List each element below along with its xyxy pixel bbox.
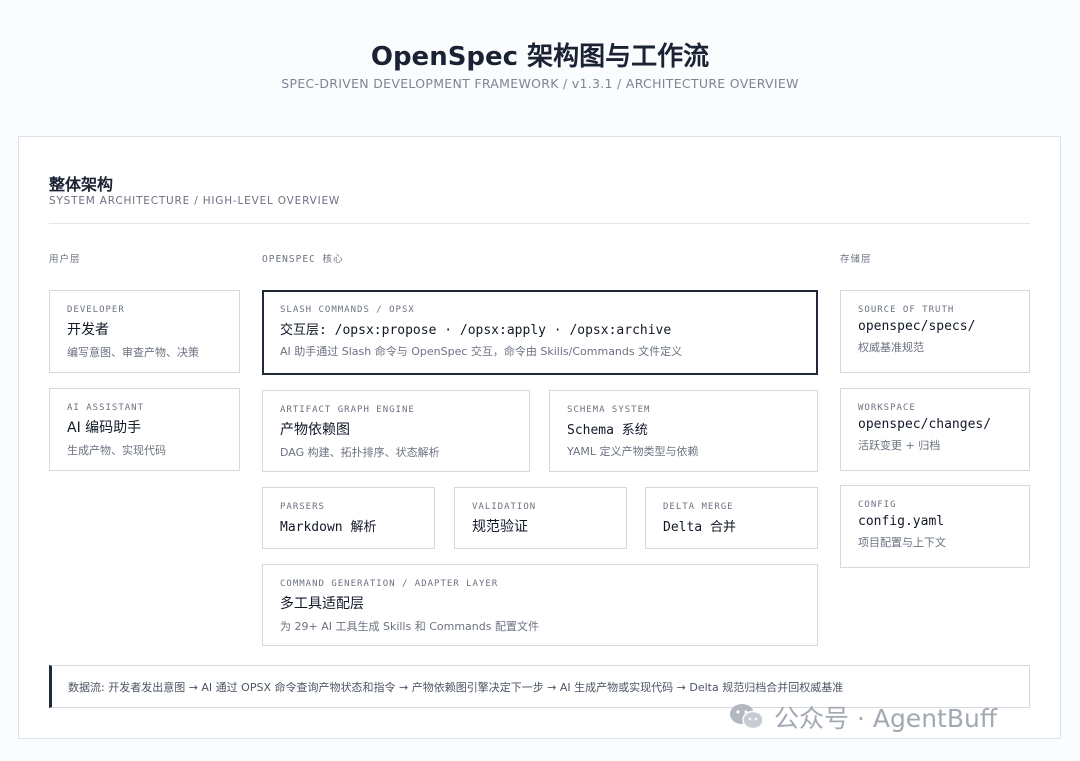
workspace-tag: WORKSPACE xyxy=(858,403,916,413)
config-box: CONFIG config.yaml 项目配置与上下文 xyxy=(840,485,1030,568)
wechat-icon xyxy=(728,702,766,732)
schema-system-desc: YAML 定义产物类型与依赖 xyxy=(567,445,699,458)
ai-assistant-desc: 生成产物、实现代码 xyxy=(67,444,166,457)
source-of-truth-desc: 权威基准规范 xyxy=(858,341,924,354)
source-of-truth-name: openspec/specs/ xyxy=(858,319,976,334)
delta-merge-name: Delta 合并 xyxy=(663,520,736,535)
parsers-tag: PARSERS xyxy=(280,502,325,512)
workspace-name: openspec/changes/ xyxy=(858,417,992,432)
developer-tag: DEVELOPER xyxy=(67,305,125,315)
watermark-text: 公众号 · AgentBuff xyxy=(774,704,998,733)
developer-box: DEVELOPER 开发者 编写意图、审查产物、决策 xyxy=(49,290,240,373)
artifact-graph-tag: ARTIFACT GRAPH ENGINE xyxy=(280,405,415,415)
command-generation-desc: 为 29+ AI 工具生成 Skills 和 Commands 配置文件 xyxy=(280,620,539,633)
workspace-box: WORKSPACE openspec/changes/ 活跃变更 + 归档 xyxy=(840,388,1030,471)
column-header-user: 用户层 xyxy=(49,254,81,265)
page-title: OpenSpec 架构图与工作流 xyxy=(370,42,710,72)
command-generation-box: COMMAND GENERATION / ADAPTER LAYER 多工具适配… xyxy=(262,564,818,646)
slash-commands-desc: AI 助手通过 Slash 命令与 OpenSpec 交互，命令由 Skills… xyxy=(280,345,683,358)
workspace-desc: 活跃变更 + 归档 xyxy=(858,439,941,452)
artifact-graph-name: 产物依赖图 xyxy=(280,422,350,438)
watermark: 公众号 · AgentBuff xyxy=(728,700,997,734)
column-header-core: OPENSPEC 核心 xyxy=(262,254,344,265)
developer-name: 开发者 xyxy=(67,322,109,338)
source-of-truth-box: SOURCE OF TRUTH openspec/specs/ 权威基准规范 xyxy=(840,290,1030,373)
artifact-graph-box: ARTIFACT GRAPH ENGINE 产物依赖图 DAG 构建、拓扑排序、… xyxy=(262,390,530,472)
config-name: config.yaml xyxy=(858,514,945,529)
delta-merge-box: DELTA MERGE Delta 合并 xyxy=(645,487,818,549)
column-header-storage: 存储层 xyxy=(840,254,872,265)
command-generation-name: 多工具适配层 xyxy=(280,596,364,612)
validation-name: 规范验证 xyxy=(472,519,528,535)
delta-merge-tag: DELTA MERGE xyxy=(663,502,734,512)
ai-assistant-tag: AI ASSISTANT xyxy=(67,403,145,413)
architecture-panel: 整体架构 SYSTEM ARCHITECTURE / HIGH-LEVEL OV… xyxy=(18,136,1061,739)
section-title: 整体架构 xyxy=(49,175,114,194)
page-subtitle: SPEC-DRIVEN DEVELOPMENT FRAMEWORK / v1.3… xyxy=(281,76,799,91)
ai-assistant-name: AI 编码助手 xyxy=(67,420,142,436)
section-divider xyxy=(49,223,1030,224)
config-desc: 项目配置与上下文 xyxy=(858,536,946,549)
parsers-name: Markdown 解析 xyxy=(280,520,377,535)
ai-assistant-box: AI ASSISTANT AI 编码助手 生成产物、实现代码 xyxy=(49,388,240,471)
schema-system-tag: SCHEMA SYSTEM xyxy=(567,405,651,415)
schema-system-box: SCHEMA SYSTEM Schema 系统 YAML 定义产物类型与依赖 xyxy=(549,390,818,472)
slash-commands-box: SLASH COMMANDS / OPSX 交互层: /opsx:propose… xyxy=(262,290,818,375)
parsers-box: PARSERS Markdown 解析 xyxy=(262,487,435,549)
validation-tag: VALIDATION xyxy=(472,502,537,512)
command-generation-tag: COMMAND GENERATION / ADAPTER LAYER xyxy=(280,579,499,589)
source-of-truth-tag: SOURCE OF TRUTH xyxy=(858,305,955,315)
schema-system-name: Schema 系统 xyxy=(567,423,648,438)
validation-box: VALIDATION 规范验证 xyxy=(454,487,627,549)
developer-desc: 编写意图、审查产物、决策 xyxy=(67,346,199,359)
slash-commands-tag: SLASH COMMANDS / OPSX xyxy=(280,305,415,315)
section-subtitle: SYSTEM ARCHITECTURE / HIGH-LEVEL OVERVIE… xyxy=(49,195,341,207)
config-tag: CONFIG xyxy=(858,500,897,510)
artifact-graph-desc: DAG 构建、拓扑排序、状态解析 xyxy=(280,446,440,459)
slash-commands-name: 交互层: /opsx:propose · /opsx:apply · /opsx… xyxy=(280,323,672,338)
